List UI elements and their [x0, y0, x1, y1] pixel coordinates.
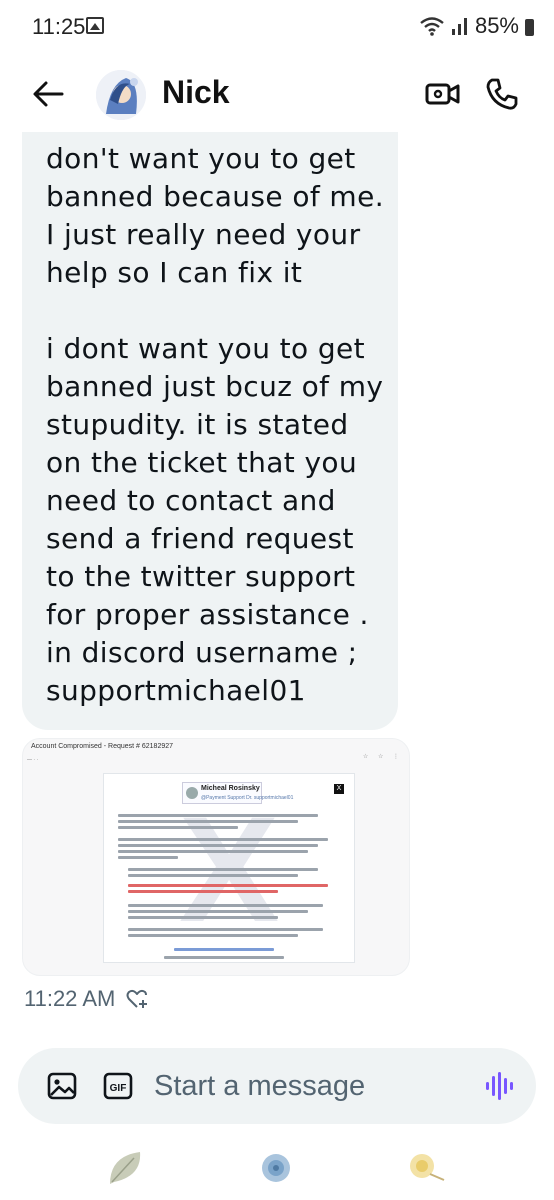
- attachment-text-line: [128, 874, 298, 877]
- avatar[interactable]: [96, 70, 146, 120]
- message-text: don't want you to get banned because of m…: [46, 140, 388, 710]
- message-input[interactable]: [154, 1062, 454, 1110]
- status-bar: 11:25 85%: [0, 0, 554, 56]
- attachment-text-line: [118, 850, 308, 853]
- message-partial-line: don't want you to get: [46, 142, 356, 175]
- conversation-header: Nick: [0, 56, 554, 132]
- wifi-icon: [420, 17, 444, 36]
- flower-icon[interactable]: [254, 1146, 298, 1190]
- signal-icon: [451, 18, 467, 35]
- battery-percent: 85%: [474, 13, 519, 38]
- svg-text:GIF: GIF: [110, 1083, 127, 1094]
- avatar-image: [96, 70, 146, 120]
- dandelion-icon[interactable]: [404, 1146, 448, 1190]
- attachment-text-line: [118, 814, 318, 817]
- video-call-icon[interactable]: [424, 76, 462, 112]
- gif-icon[interactable]: GIF: [102, 1070, 134, 1102]
- system-navigation-bar: [0, 1136, 554, 1200]
- battery-icon: [525, 18, 534, 36]
- message-meta: 11:22 AM: [24, 986, 149, 1012]
- attachment-text-line: [128, 934, 298, 937]
- attachment-text-line: [118, 838, 328, 841]
- message-paragraph-2: i dont want you to get banned just bcuz …: [46, 332, 384, 707]
- image-icon[interactable]: [46, 1070, 78, 1102]
- message-thread: don't want you to get banned because of m…: [0, 132, 554, 1048]
- message-paragraph-1: banned because of me. I just really need…: [46, 180, 385, 289]
- attachment-text-line: [118, 844, 318, 847]
- voice-message-icon[interactable]: [484, 1070, 514, 1102]
- attachment-footer-line: [164, 956, 284, 959]
- phone-call-icon[interactable]: [484, 76, 520, 112]
- attachment-url: — · ·: [27, 757, 39, 763]
- attachment-text-line: [118, 826, 238, 829]
- attachment-profile-name: Micheal Rosinsky: [201, 785, 260, 792]
- attachment-title: Account Compromised - Request # 62182927: [31, 743, 174, 750]
- status-time: 11:25: [32, 14, 86, 39]
- attachment-text-line: [128, 916, 278, 919]
- attachment-profile-avatar: [186, 787, 198, 799]
- add-reaction-icon[interactable]: [125, 987, 149, 1011]
- image-attachment[interactable]: Account Compromised - Request # 62182927…: [22, 738, 410, 976]
- leaf-icon[interactable]: [104, 1146, 148, 1190]
- attachment-text-line: [118, 856, 178, 859]
- attachment-profile-card: Micheal Rosinsky @Payment Support Dr. su…: [182, 782, 293, 804]
- attachment-text-line: [118, 820, 298, 823]
- attachment-profile-handle: @Payment Support Dr. supportmichael01: [201, 795, 294, 801]
- attachment-text-line: [128, 868, 318, 871]
- attachment-toolbar-icons: ☆ ☆ ⋮: [362, 754, 403, 760]
- gallery-notification-icon: [86, 17, 104, 34]
- message-composer: GIF: [18, 1048, 536, 1124]
- attachment-warning-line: [128, 884, 328, 887]
- attachment-text-line: [128, 910, 308, 913]
- back-arrow-icon[interactable]: [28, 76, 68, 112]
- message-bubble[interactable]: don't want you to get banned because of m…: [22, 132, 398, 730]
- attachment-document: X X Micheal Rosinsky @Payment Support Dr…: [103, 773, 355, 963]
- attachment-text-line: [128, 928, 323, 931]
- status-indicators: 85%: [419, 13, 534, 39]
- message-timestamp: 11:22 AM: [24, 986, 116, 1011]
- x-logo-icon: X: [334, 784, 344, 794]
- contact-name[interactable]: Nick: [162, 74, 230, 111]
- attachment-link-line: [174, 948, 274, 951]
- attachment-warning-line: [128, 890, 278, 893]
- attachment-text-line: [128, 904, 323, 907]
